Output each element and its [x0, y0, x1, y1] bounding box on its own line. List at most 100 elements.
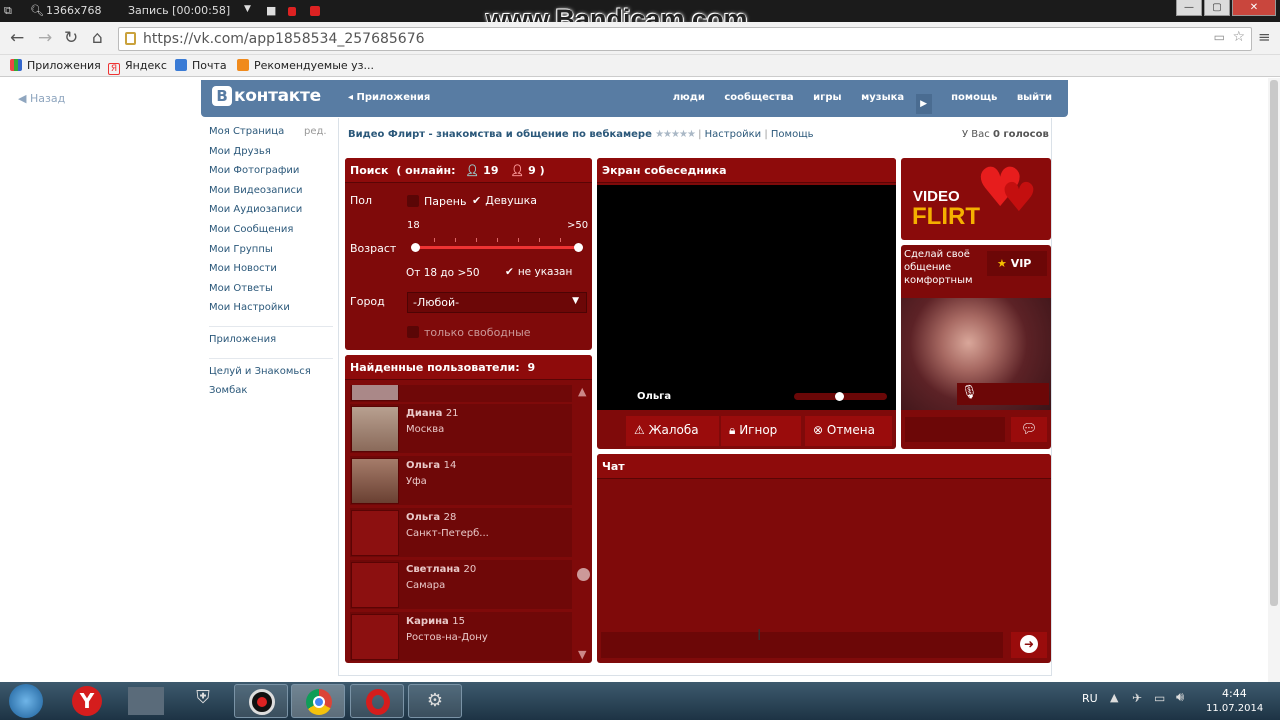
sidebar-item-game-kiss[interactable]: Целуй и Знакомься [209, 366, 333, 386]
sidebar-item-friends[interactable]: Мои Друзья [209, 146, 333, 166]
clock-date[interactable]: 11.07.2014 [1206, 703, 1263, 714]
app-settings-link[interactable]: Настройки [705, 129, 761, 140]
back-link[interactable]: ◀ Назад [18, 92, 65, 105]
mic-level[interactable]: 🎙︎ [957, 383, 1049, 405]
reload-icon[interactable]: ↻ [64, 28, 78, 48]
minimize-icon[interactable]: — [1176, 0, 1202, 16]
app-help-link[interactable]: Помощь [771, 129, 814, 140]
nav-logout[interactable]: выйти [1017, 92, 1052, 103]
stop-icon[interactable] [310, 6, 320, 19]
forward-arrow-icon[interactable]: → [38, 28, 52, 48]
complain-button[interactable]: ⚠ Жалоба [626, 416, 719, 446]
tray-arrow-icon[interactable]: ▲ [1110, 691, 1118, 704]
speech-bubble-icon[interactable]: 💬︎ [1011, 417, 1047, 442]
partner-panel: Экран собеседника Ольга ⚠ Жалоба 🔒︎ Игно… [597, 158, 896, 449]
search-panel: Поиск ( онлайн: 👤︎ 19 👤︎ 9 ) Пол Парень … [345, 158, 592, 350]
sidebar-divider [209, 357, 333, 366]
clock-time[interactable]: 4:44 [1222, 687, 1247, 700]
cancel-button[interactable]: ⊗ Отмена [805, 416, 892, 446]
scroll-down-icon[interactable]: ▼ [578, 648, 586, 661]
pause-icon[interactable] [288, 6, 296, 19]
sidebar-item-page[interactable]: Моя Страница [209, 126, 333, 146]
sidebar-item-photos[interactable]: Мои Фотографии [209, 165, 333, 185]
nav-people[interactable]: люди [673, 92, 705, 103]
age-max-handle[interactable] [574, 243, 583, 252]
nav-games[interactable]: игры [813, 92, 841, 103]
star-icon[interactable]: ☆ [1232, 29, 1245, 45]
address-bar[interactable]: https://vk.com/app1858534_257685676 ☆ ▭ [118, 27, 1252, 51]
users-scrollbar[interactable]: ▲ ▼ [577, 385, 590, 661]
home-icon[interactable]: ⌂ [92, 28, 103, 48]
maximize-icon[interactable]: ▢ [1204, 0, 1230, 16]
app-task[interactable]: ⚙ [408, 684, 462, 718]
vk-apps-link[interactable]: ◂ Приложения [348, 92, 430, 103]
unspecified-checkbox[interactable]: ✔ не указан [505, 266, 572, 278]
triangle-left-icon: ◀ [18, 92, 30, 105]
bookmark-recommended[interactable]: Рекомендуемые уз... [237, 59, 374, 72]
found-header: Найденные пользователи: 9 [345, 355, 592, 380]
list-item-partial[interactable] [350, 385, 572, 402]
page-scrollbar[interactable] [1268, 78, 1280, 682]
only-free-checkbox[interactable]: только свободные [407, 326, 531, 339]
sidebar-item-videos[interactable]: Мои Видеозаписи [209, 185, 333, 205]
sidebar-item-settings[interactable]: Мои Настройки [209, 302, 333, 322]
sidebar-item-messages[interactable]: Мои Сообщения [209, 224, 333, 244]
sidebar-item-audio[interactable]: Мои Аудиозаписи [209, 204, 333, 224]
list-item[interactable]: Ольга 14 Уфа [350, 456, 572, 505]
volume-icon[interactable]: 🔊︎ [1176, 690, 1184, 705]
age-min-handle[interactable] [411, 243, 420, 252]
chevron-left-icon: ◂ [348, 92, 357, 103]
opera-task[interactable] [350, 684, 404, 718]
sex-label: Пол [350, 194, 373, 207]
nav-communities[interactable]: сообщества [724, 92, 793, 103]
female-checkbox[interactable]: ✔ Девушка [472, 194, 537, 207]
sidebar-item-groups[interactable]: Мои Группы [209, 244, 333, 264]
app-title[interactable]: Видео Флирт - знакомства и общение по ве… [348, 129, 652, 140]
self-webcam-video: 🎙︎ [901, 298, 1051, 410]
camera-icon[interactable]: ■ [266, 4, 276, 17]
tray-app-icon[interactable]: ✈ [1132, 691, 1142, 705]
sidebar-item-news[interactable]: Мои Новости [209, 263, 333, 283]
language-indicator[interactable]: RU [1082, 692, 1098, 705]
nav-help[interactable]: помощь [951, 92, 997, 103]
play-icon[interactable]: ▶ [915, 94, 932, 114]
chevron-down-icon[interactable]: ▼ [244, 4, 251, 14]
bookmark-apps[interactable]: Приложения [10, 59, 101, 72]
scroll-thumb[interactable] [577, 568, 590, 581]
ignore-button[interactable]: 🔒︎ Игнор [721, 416, 801, 446]
page-scroll-thumb[interactable] [1270, 80, 1278, 606]
list-item[interactable]: Диана 21 Москва [350, 404, 572, 453]
chrome-task[interactable] [291, 684, 345, 718]
message-input[interactable] [905, 417, 1005, 442]
age-slider[interactable] [411, 238, 583, 252]
vk-logo[interactable]: Bконтакте [212, 86, 321, 106]
volume-slider[interactable] [794, 392, 887, 401]
sidebar-item-answers[interactable]: Мои Ответы [209, 283, 333, 303]
list-item[interactable]: Светлана 20 Самара [350, 560, 572, 609]
bookmark-yandex[interactable]: Я Яндекс [108, 59, 167, 75]
pes-game-icon[interactable] [128, 687, 164, 715]
start-button[interactable] [9, 684, 43, 718]
vk-nav: люди сообщества игры музыка ▶ помощь вый… [657, 92, 1052, 114]
sidebar-item-apps[interactable]: Приложения [209, 334, 333, 354]
cast-icon[interactable]: ▭ [1214, 30, 1225, 44]
sidebar-item-game-zombie[interactable]: Зомбак [209, 385, 333, 405]
scroll-up-icon[interactable]: ▲ [578, 385, 586, 398]
list-item[interactable]: Ольга 28 Санкт-Петерб... [350, 508, 572, 557]
menu-icon[interactable]: ≡ [1258, 28, 1271, 46]
city-select[interactable]: -Любой- ▼ [407, 292, 587, 313]
list-item[interactable]: Карина 15 Ростов-на-Дону [350, 612, 572, 661]
age-label: Возраст [350, 242, 397, 255]
network-icon[interactable]: ▭ [1154, 691, 1165, 705]
vip-button[interactable]: ★ VIP [987, 251, 1047, 276]
male-checkbox[interactable]: Парень [407, 195, 466, 208]
send-button[interactable]: ➜ [1011, 632, 1047, 658]
back-arrow-icon[interactable]: ← [10, 28, 24, 48]
bandicam-task[interactable] [234, 684, 288, 718]
world-of-tanks-icon[interactable]: ⛨ [188, 687, 218, 715]
yandex-browser-icon[interactable]: Y [72, 686, 102, 716]
nav-music[interactable]: музыка [861, 92, 904, 103]
chat-input[interactable] [601, 632, 1003, 658]
bookmark-mail[interactable]: Почта [175, 59, 227, 72]
close-icon[interactable]: ✕ [1232, 0, 1276, 16]
